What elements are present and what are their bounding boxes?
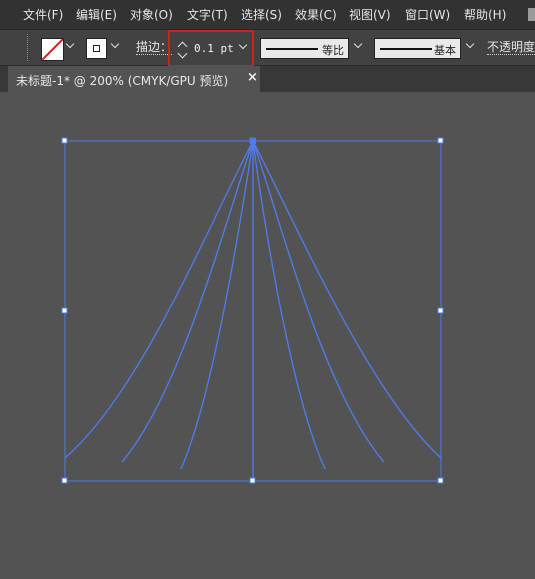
document-tab[interactable]: 未标题-1* @ 200% (CMYK/GPU 预览) × bbox=[8, 66, 260, 92]
none-fill-icon[interactable] bbox=[41, 38, 64, 61]
stroke-dropdown-button[interactable] bbox=[109, 38, 123, 59]
chevron-down-icon bbox=[238, 40, 248, 50]
profile-label: 等比 bbox=[322, 44, 344, 57]
stroke-weight-input[interactable] bbox=[191, 38, 236, 59]
menu-effect[interactable]: 效果(C) bbox=[295, 6, 337, 23]
variable-width-profile[interactable]: 等比 bbox=[260, 38, 349, 59]
menu-object[interactable]: 对象(O) bbox=[130, 6, 173, 23]
stroke-swatch-inner bbox=[93, 45, 100, 52]
menu-bar: 文件(F) 编辑(E) 对象(O) 文字(T) 选择(S) 效果(C) 视图(V… bbox=[0, 0, 535, 30]
none-slash bbox=[42, 39, 63, 60]
profile-line-preview bbox=[266, 48, 318, 50]
curve-path-4[interactable] bbox=[252, 140, 326, 470]
brush-line-preview bbox=[380, 48, 432, 50]
curve-path-6[interactable] bbox=[252, 140, 442, 459]
handle-top-left[interactable] bbox=[61, 137, 68, 144]
menu-help[interactable]: 帮助(H) bbox=[464, 6, 506, 23]
opacity-label[interactable]: 不透明度 bbox=[487, 40, 535, 55]
brush-label: 基本 bbox=[434, 44, 456, 57]
document-tab-bar: 未标题-1* @ 200% (CMYK/GPU 预览) × bbox=[0, 66, 535, 92]
close-icon[interactable]: × bbox=[247, 70, 258, 85]
profile-dropdown-button[interactable] bbox=[352, 38, 366, 59]
menu-type[interactable]: 文字(T) bbox=[187, 6, 228, 23]
chevron-down-icon bbox=[110, 39, 120, 49]
chevron-down-icon bbox=[353, 39, 363, 49]
menu-view[interactable]: 视图(V) bbox=[349, 6, 391, 23]
menu-edit[interactable]: 编辑(E) bbox=[76, 6, 117, 23]
curve-path-3[interactable] bbox=[180, 140, 254, 470]
handle-middle-right[interactable] bbox=[437, 307, 444, 314]
artwork-svg bbox=[61, 137, 444, 484]
anchor-point-top[interactable] bbox=[250, 138, 256, 144]
stroke-weight-dropdown[interactable] bbox=[237, 38, 250, 59]
artboard-canvas[interactable] bbox=[0, 93, 535, 579]
handle-top-right[interactable] bbox=[437, 137, 444, 144]
handle-bottom-right[interactable] bbox=[437, 477, 444, 484]
chevron-down-icon bbox=[465, 39, 475, 49]
handle-bottom-left[interactable] bbox=[61, 477, 68, 484]
control-bar: 描边： 等比 基本 不透明度 bbox=[0, 30, 535, 67]
workspace-switcher-icon[interactable] bbox=[528, 8, 535, 21]
grip-handle[interactable] bbox=[27, 34, 30, 61]
curve-path-2[interactable] bbox=[121, 140, 254, 463]
curve-path-5[interactable] bbox=[252, 140, 385, 463]
stroke-label[interactable]: 描边： bbox=[136, 40, 173, 55]
menu-window[interactable]: 窗口(W) bbox=[405, 6, 450, 23]
menu-select[interactable]: 选择(S) bbox=[241, 6, 282, 23]
fill-dropdown-button[interactable] bbox=[64, 38, 78, 59]
handle-bottom-center[interactable] bbox=[249, 477, 256, 484]
spinner-icon[interactable] bbox=[177, 38, 189, 59]
chevron-down-icon bbox=[65, 39, 75, 49]
stroke-swatch-icon[interactable] bbox=[86, 38, 107, 59]
menu-file[interactable]: 文件(F) bbox=[23, 6, 63, 23]
document-tab-title: 未标题-1* @ 200% (CMYK/GPU 预览) bbox=[16, 74, 229, 88]
handle-middle-left[interactable] bbox=[61, 307, 68, 314]
curve-path-1[interactable] bbox=[64, 140, 254, 459]
brush-dropdown-button[interactable] bbox=[464, 38, 478, 59]
spin-down-icon[interactable] bbox=[177, 48, 188, 59]
brush-definition[interactable]: 基本 bbox=[374, 38, 461, 59]
